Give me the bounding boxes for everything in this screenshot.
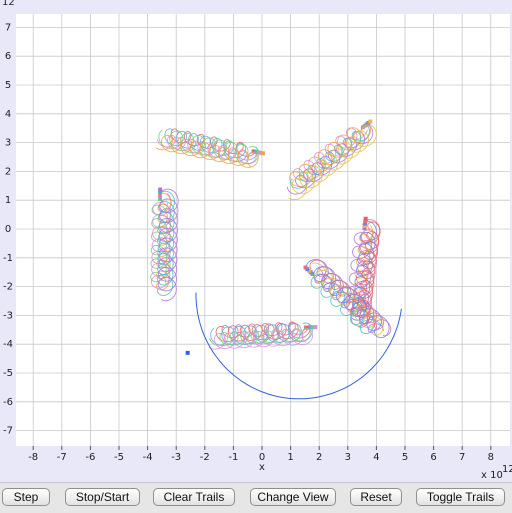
x-tick-label: -2 [200, 452, 210, 463]
particle-marker [313, 325, 318, 330]
y-tick-labels: 7 6 5 4 3 2 1 0 -1 -2 -3 -4 -5 -6 -7 [3, 22, 13, 436]
particle-marker [368, 119, 373, 124]
y-tick-label: 0 [5, 224, 11, 235]
stop-start-button[interactable]: Stop/Start [65, 488, 140, 506]
particle-marker [303, 265, 308, 270]
x-tick-label: 2 [316, 452, 322, 463]
x-tick-label: -3 [171, 452, 181, 463]
x-tick-label: 7 [459, 452, 465, 463]
step-button[interactable]: Step [2, 488, 50, 506]
x-scale-label: x 10 [481, 470, 503, 481]
x-tick-label: 8 [488, 452, 494, 463]
y-tick-label: -7 [3, 426, 13, 437]
particle-marker [158, 187, 163, 192]
simulation-plot: -8 -7 -6 -5 -4 -3 -2 -1 0 1 2 3 4 5 6 7 8 76543210-1-2-3… [2, 0, 512, 481]
x-scale-exponent: 12 [502, 464, 512, 475]
control-toolbar: Step Stop/Start Clear Trails Change View… [0, 482, 512, 513]
x-tick-label: 3 [345, 452, 351, 463]
x-tick-label: -4 [143, 452, 153, 463]
clear-trails-button[interactable]: Clear Trails [153, 488, 235, 506]
x-tick-label: 5 [402, 452, 408, 463]
y-tick-label: 2 [5, 166, 11, 177]
particle-marker [185, 350, 190, 355]
x-tick-label: 1 [287, 452, 293, 463]
y-tick-label: 4 [5, 109, 11, 120]
y-tick-label: -1 [3, 253, 13, 264]
y-tick-label: 1 [5, 195, 11, 206]
particle-marker [363, 216, 368, 221]
x-tick-label: 4 [373, 452, 379, 463]
reset-button[interactable]: Reset [350, 488, 402, 506]
x-axis-label: x [259, 462, 265, 473]
toggle-trails-button[interactable]: Toggle Trails [416, 488, 505, 506]
y-tick-label: 3 [5, 138, 11, 149]
plot-panel: -8 -7 -6 -5 -4 -3 -2 -1 0 1 2 3 4 5 6 7 8 7 6 5 4 3 2 1 0 -1 -2 -3… [0, 0, 512, 482]
y-tick-label: 5 [5, 80, 11, 91]
x-tick-label: -1 [228, 452, 238, 463]
y-tick-label: 6 [5, 51, 11, 62]
particle-marker [260, 151, 265, 156]
y-scale-exponent: 12 [2, 0, 15, 8]
y-tick-label: -2 [3, 282, 13, 293]
x-tick-labels: -8 -7 -6 -5 -4 -3 -2 -1 0 1 2 3 4 5 6 7 8 [28, 446, 494, 463]
y-tick-label: 7 [5, 22, 11, 33]
x-tick-label: -6 [85, 452, 95, 463]
x-tick-label: -5 [114, 452, 124, 463]
x-tick-label: -7 [57, 452, 67, 463]
y-tick-label: -6 [3, 397, 13, 408]
x-tick-label: 6 [430, 452, 436, 463]
y-tick-label: -3 [3, 310, 13, 321]
change-view-button[interactable]: Change View [250, 488, 336, 506]
y-tick-label: -4 [3, 339, 13, 350]
x-tick-label: -8 [28, 452, 38, 463]
y-tick-label: -5 [3, 368, 13, 379]
